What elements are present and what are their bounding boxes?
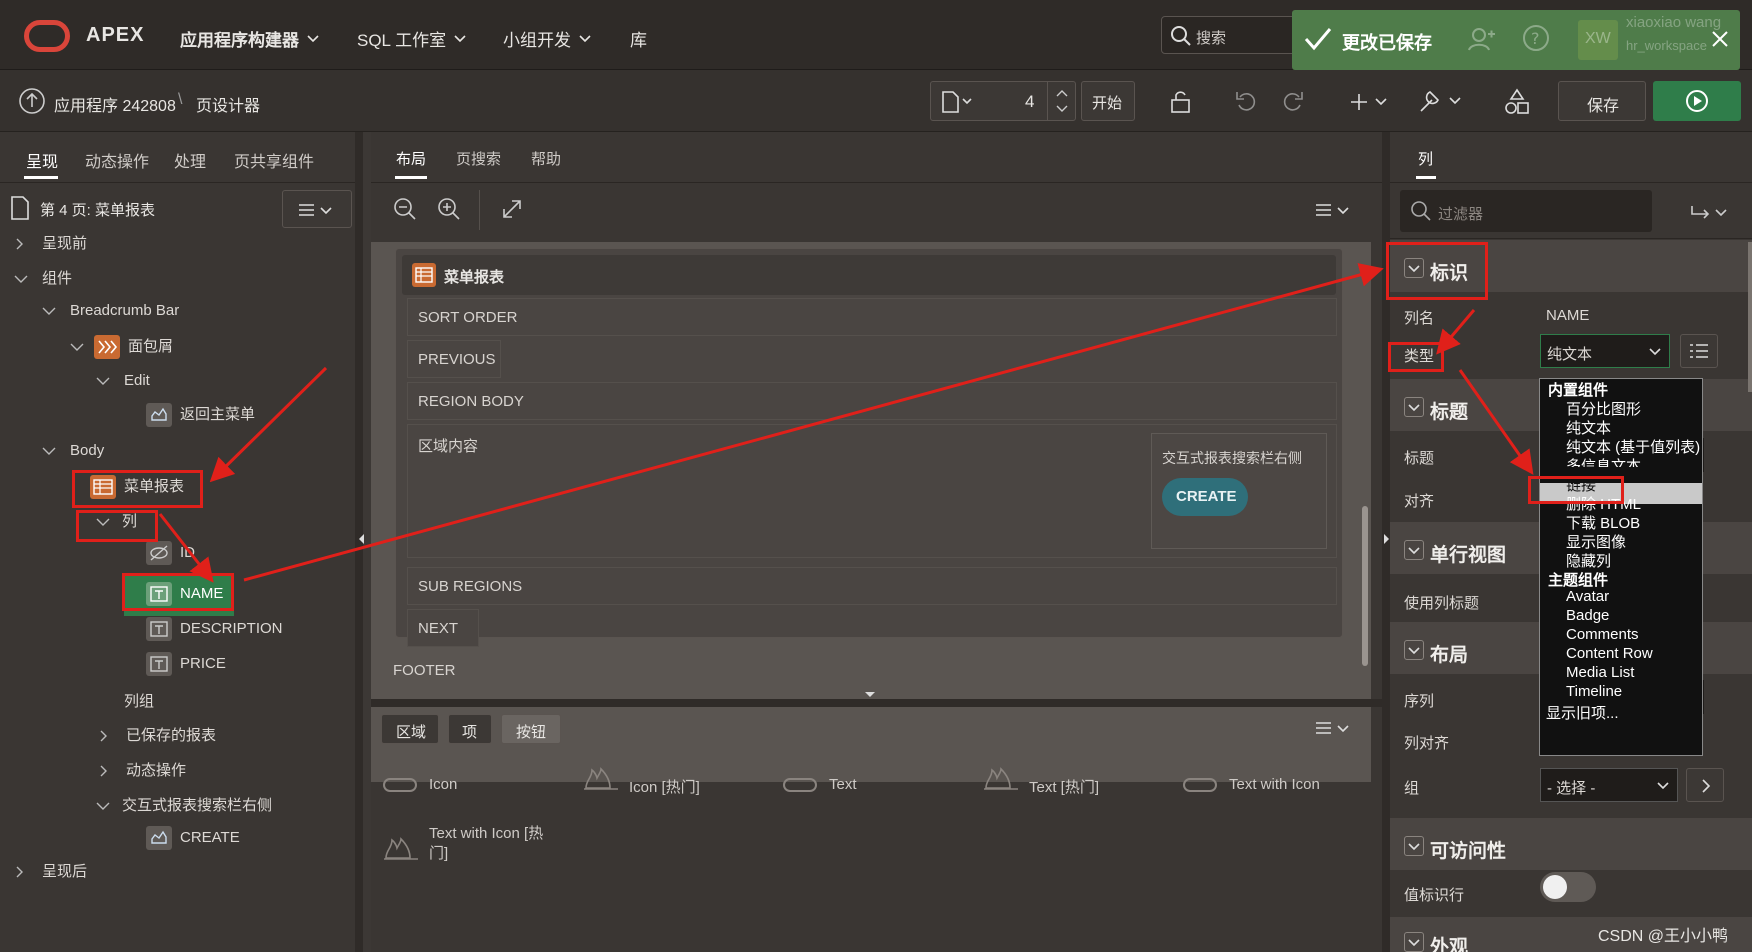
annotation-arrows — [158, 263, 1534, 583]
watermark: CSDN @王小小鸭 — [1598, 928, 1729, 945]
